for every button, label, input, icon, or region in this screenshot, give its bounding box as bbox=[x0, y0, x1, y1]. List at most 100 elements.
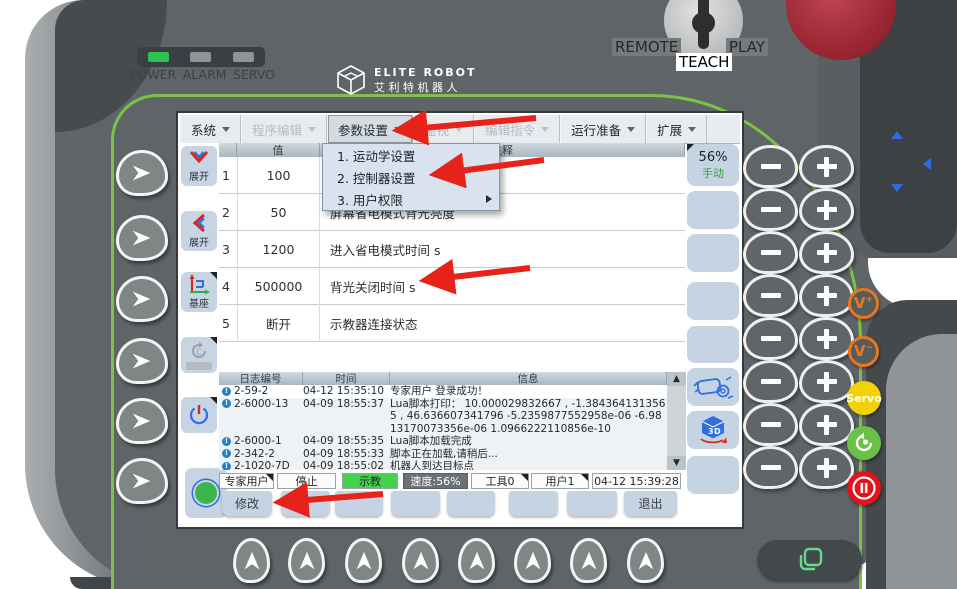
status-run-state[interactable]: 停止 bbox=[277, 473, 336, 489]
left-function-key[interactable] bbox=[116, 338, 168, 384]
expand-down-button[interactable]: 展开 bbox=[181, 146, 217, 186]
power-button[interactable] bbox=[181, 397, 217, 433]
softkey-blank[interactable] bbox=[281, 491, 330, 516]
log-row[interactable]: !2-6000-1304-09 18:55:37Lua脚本打印： 10.0000… bbox=[219, 398, 667, 436]
jog-plus-key[interactable] bbox=[799, 446, 854, 489]
log-message: Lua脚本加载完成 bbox=[390, 435, 667, 448]
view-3d-button[interactable]: 3 D bbox=[687, 411, 739, 449]
dropdown-item-1[interactable]: 1. 运动学设置 bbox=[323, 144, 499, 166]
corner-marker bbox=[210, 337, 217, 344]
jog-pendant-button[interactable] bbox=[687, 368, 739, 406]
left-function-key[interactable] bbox=[116, 458, 168, 504]
bottom-function-key[interactable] bbox=[570, 538, 607, 583]
sidebar-button-8[interactable] bbox=[687, 456, 739, 494]
expand-left-button[interactable]: 展开 bbox=[181, 211, 217, 251]
sidebar-button-4[interactable] bbox=[687, 282, 739, 320]
param-table-empty bbox=[219, 342, 685, 373]
softkey-退出[interactable]: 退出 bbox=[624, 491, 677, 516]
speed-down-button[interactable]: V− bbox=[848, 336, 879, 367]
softkey-blank[interactable] bbox=[391, 491, 440, 516]
jog-minus-key[interactable] bbox=[743, 231, 798, 274]
jog-minus-key[interactable] bbox=[743, 145, 798, 188]
log-time: 04-09 18:55:37 bbox=[303, 398, 390, 436]
jog-minus-key[interactable] bbox=[743, 188, 798, 231]
jog-plus-key[interactable] bbox=[799, 145, 854, 188]
sidebar-button-5[interactable] bbox=[687, 326, 739, 363]
cycle-mode-button[interactable]: C bbox=[181, 337, 217, 373]
nav-left-icon[interactable] bbox=[923, 158, 931, 170]
bottom-function-key[interactable] bbox=[458, 538, 495, 583]
status-user-frame[interactable]: 用户1 bbox=[531, 473, 589, 489]
sidebar-button-3[interactable] bbox=[687, 234, 739, 272]
bottom-function-key[interactable] bbox=[233, 538, 270, 583]
bottom-function-key[interactable] bbox=[402, 538, 439, 583]
page-switch-button[interactable] bbox=[757, 540, 862, 580]
scroll-up-icon[interactable]: ▲ bbox=[667, 372, 686, 386]
log-scrollbar[interactable]: ▲ ▼ bbox=[667, 372, 686, 470]
nav-down-icon[interactable] bbox=[891, 184, 903, 192]
plus-icon-bar bbox=[824, 329, 829, 349]
sidebar-button-2[interactable] bbox=[687, 191, 739, 229]
softkey-blank[interactable] bbox=[335, 491, 383, 516]
left-function-key[interactable] bbox=[116, 215, 168, 261]
param-header-1: 值 bbox=[237, 143, 320, 157]
dropdown-item-2[interactable]: 2. 控制器设置 bbox=[323, 166, 499, 188]
softkey-修改[interactable]: 修改 bbox=[222, 491, 272, 516]
scroll-down-icon[interactable]: ▼ bbox=[667, 456, 686, 470]
menu-item-5[interactable]: 编辑指令 bbox=[474, 115, 560, 143]
menu-item-1[interactable]: 系统 bbox=[180, 115, 241, 143]
param-row[interactable]: 31200进入省电模式时间 s bbox=[219, 231, 685, 268]
jog-plus-key[interactable] bbox=[799, 231, 854, 274]
nav-up-icon[interactable] bbox=[891, 131, 903, 139]
status-speed[interactable]: 速度:56% bbox=[403, 473, 468, 489]
softkey-blank[interactable] bbox=[567, 491, 617, 516]
softkey-blank[interactable] bbox=[447, 491, 495, 516]
plus-icon-bar bbox=[824, 372, 829, 392]
servo-button[interactable]: Servo bbox=[847, 381, 881, 415]
log-row[interactable]: !2-59-204-12 15:35:10专家用户 登录成功！ bbox=[219, 385, 667, 398]
bottom-function-key[interactable] bbox=[345, 538, 382, 583]
status-user-level[interactable]: 专家用户 bbox=[219, 473, 274, 489]
log-message: 专家用户 登录成功！ bbox=[390, 385, 667, 398]
bottom-function-key[interactable] bbox=[514, 538, 551, 583]
menu-item-4[interactable]: 监视 bbox=[413, 115, 474, 143]
pause-button[interactable] bbox=[847, 471, 881, 505]
key-hub bbox=[692, 12, 715, 34]
jog-plus-key[interactable] bbox=[799, 274, 854, 317]
left-function-key[interactable] bbox=[116, 276, 168, 322]
cycle-start-button[interactable] bbox=[847, 426, 881, 460]
status-teach-mode[interactable]: 示教 bbox=[342, 473, 398, 489]
status-tool[interactable]: 工具0 bbox=[471, 473, 529, 489]
menu-item-7[interactable]: 扩展 bbox=[646, 115, 707, 143]
left-function-key[interactable] bbox=[116, 398, 168, 444]
log-message: 机器人到达目标点 bbox=[390, 460, 667, 470]
dropdown-item-label: 2. 控制器设置 bbox=[337, 168, 415, 187]
menu-item-3[interactable]: 参数设置 bbox=[327, 115, 413, 143]
jog-minus-key[interactable] bbox=[743, 360, 798, 403]
left-function-key[interactable] bbox=[116, 150, 168, 196]
speed-up-button[interactable]: V+ bbox=[848, 288, 879, 319]
param-row[interactable]: 4500000背光关闭时间 s bbox=[219, 268, 685, 305]
menu-item-6[interactable]: 运行准备 bbox=[560, 115, 646, 143]
speed-mode-button[interactable]: 56% 手动 bbox=[687, 144, 739, 186]
log-row[interactable]: !2-1020-7D04-09 18:55:02机器人到达目标点 bbox=[219, 460, 667, 470]
bottom-function-key[interactable] bbox=[627, 538, 664, 583]
jog-minus-key[interactable] bbox=[743, 274, 798, 317]
param-row[interactable]: 5断开示教器连接状态 bbox=[219, 305, 685, 342]
log-row[interactable]: !2-342-204-09 18:55:33脚本正在加载,请稍后... bbox=[219, 448, 667, 461]
jog-minus-key[interactable] bbox=[743, 317, 798, 360]
jog-minus-key[interactable] bbox=[743, 403, 798, 446]
menu-item-2[interactable]: 程序编辑 bbox=[241, 115, 327, 143]
log-row[interactable]: !2-6000-104-09 18:55:35Lua脚本加载完成 bbox=[219, 435, 667, 448]
menu-bar: 系统程序编辑参数设置监视编辑指令运行准备扩展 bbox=[180, 115, 740, 144]
toolbar-label: 展开 bbox=[189, 168, 209, 183]
status-clock[interactable]: 04-12 15:39:28 bbox=[592, 473, 681, 489]
jog-minus-key[interactable] bbox=[743, 446, 798, 489]
jog-plus-key[interactable] bbox=[799, 188, 854, 231]
jog-plus-key[interactable] bbox=[799, 317, 854, 360]
jog-plus-key[interactable] bbox=[799, 403, 854, 446]
bottom-function-key[interactable] bbox=[288, 538, 325, 583]
base-frame-button[interactable]: 基座 bbox=[181, 272, 217, 312]
dropdown-item-3[interactable]: 3. 用户权限 bbox=[323, 188, 499, 210]
softkey-blank[interactable] bbox=[509, 491, 558, 516]
